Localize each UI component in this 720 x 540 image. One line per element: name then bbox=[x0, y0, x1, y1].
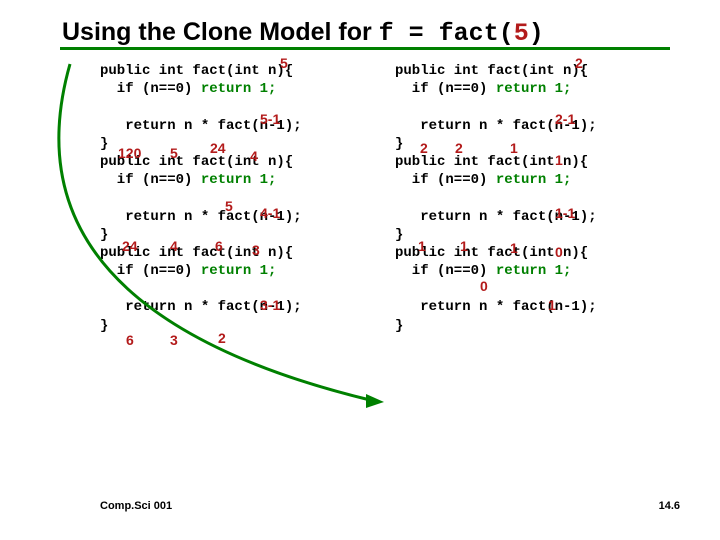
ann-l3b: 3 bbox=[170, 332, 178, 348]
title-prefix: Using the Clone Model for bbox=[62, 18, 379, 46]
ann-r2c: 2 bbox=[455, 140, 463, 156]
right-column: public int fact(int n){ if (n==0) return… bbox=[395, 62, 655, 335]
title-arg: 5 bbox=[514, 19, 529, 48]
ann-r21: 2-1 bbox=[555, 111, 575, 127]
ann-r0: 0 bbox=[555, 244, 563, 260]
ann-l6b: 6 bbox=[126, 332, 134, 348]
ann-l3: 3 bbox=[252, 242, 260, 258]
code-block-2: public int fact(int n){ if (n==0) return… bbox=[395, 62, 655, 335]
ann-r0b: 0 bbox=[480, 278, 488, 294]
footer-right: 14.6 bbox=[659, 500, 680, 512]
ann-l5b: 5 bbox=[170, 145, 178, 161]
title-code: f = fact( bbox=[379, 19, 514, 48]
ann-r2: 2 bbox=[575, 55, 583, 71]
ann-r2b: 2 bbox=[420, 140, 428, 156]
ann-r1: 1 bbox=[510, 140, 518, 156]
ann-l4: 4 bbox=[250, 148, 258, 164]
ann-l51: 5-1 bbox=[260, 111, 280, 127]
ann-l120: 120 bbox=[118, 145, 141, 161]
ann-l2: 2 bbox=[218, 330, 226, 346]
ann-r1d: 1 bbox=[460, 238, 468, 254]
ann-r11: 1-1 bbox=[555, 205, 575, 221]
ann-r1b: 1 bbox=[555, 152, 563, 168]
title-close: ) bbox=[529, 19, 544, 48]
ann-l41: 4-1 bbox=[260, 205, 280, 221]
slide-title: Using the Clone Model for f = fact(5) bbox=[62, 18, 544, 48]
ann-l5c: 5 bbox=[225, 198, 233, 214]
ann-l31: 3-1 bbox=[260, 297, 280, 313]
ann-l5: 5 bbox=[280, 55, 288, 71]
ann-r1c: 1 bbox=[418, 238, 426, 254]
ann-l24b: 24 bbox=[122, 238, 138, 254]
footer-left: Comp.Sci 001 bbox=[100, 500, 172, 512]
ann-l4b: 4 bbox=[170, 238, 178, 254]
ann-r1e: 1 bbox=[510, 240, 518, 256]
ann-r1f: 1 bbox=[548, 297, 556, 313]
title-underline bbox=[60, 47, 670, 50]
ann-l6: 6 bbox=[215, 238, 223, 254]
ann-l24: 24 bbox=[210, 140, 226, 156]
